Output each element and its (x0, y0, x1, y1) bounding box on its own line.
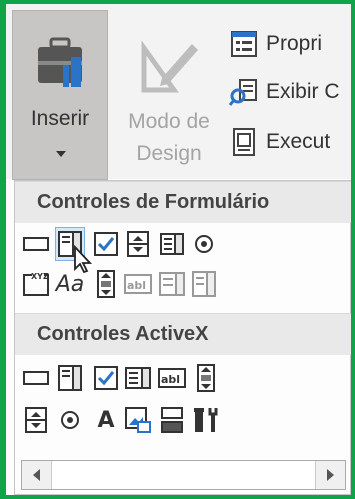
insert-label: Inserir (30, 107, 90, 130)
form-label-icon[interactable]: Aa (55, 267, 85, 301)
developer-ribbon: Inserir Modo de Design Propri Exibir C E… (6, 4, 351, 180)
form-controls-header: Controles de Formulário (15, 181, 351, 223)
horizontal-scrollbar[interactable] (21, 460, 346, 490)
activex-text-box-icon[interactable]: abl (157, 361, 187, 395)
form-group-box-icon[interactable]: XYZ (21, 267, 51, 301)
insert-button[interactable]: Inserir (12, 10, 108, 180)
run-dialog-label: Execut (266, 130, 331, 153)
form-scroll-bar-icon[interactable] (91, 267, 121, 301)
activex-command-button-icon[interactable] (21, 361, 51, 395)
run-dialog-button[interactable]: Execut (228, 120, 330, 164)
activex-checkbox-icon[interactable] (91, 361, 121, 395)
excel-window: Inserir Modo de Design Propri Exibir C E… (6, 4, 351, 495)
svg-text:abl: abl (127, 279, 146, 292)
activex-option-button-icon[interactable] (55, 403, 85, 437)
design-mode-icon (140, 38, 200, 94)
form-button-control-icon[interactable] (21, 227, 51, 261)
activex-scroll-bar-icon[interactable] (191, 361, 221, 395)
chevron-down-icon (56, 151, 66, 157)
view-code-icon (228, 76, 260, 108)
view-code-button[interactable]: Exibir C (228, 70, 340, 114)
activex-combo-box-icon[interactable] (55, 361, 85, 395)
activex-controls-header: Controles ActiveX (15, 313, 351, 355)
form-checkbox-icon[interactable] (91, 227, 121, 261)
svg-text:abl: abl (161, 373, 180, 386)
scroll-right-icon[interactable] (315, 461, 345, 489)
activex-label-icon[interactable]: A (91, 403, 121, 437)
form-combo-list-edit-icon[interactable] (157, 267, 187, 301)
more-controls-icon[interactable] (191, 403, 221, 437)
design-mode-label: Modo de Design (128, 110, 210, 165)
activex-image-icon[interactable] (123, 403, 153, 437)
properties-icon (228, 28, 260, 60)
activex-toggle-button-icon[interactable] (157, 403, 187, 437)
form-text-field-icon[interactable]: abl (123, 267, 153, 301)
form-option-button-icon[interactable] (189, 227, 219, 261)
form-list-box-icon[interactable] (157, 227, 187, 261)
svg-text:XYZ: XYZ (31, 272, 49, 281)
activex-list-box-icon[interactable] (123, 361, 153, 395)
properties-button[interactable]: Propri (228, 22, 322, 66)
properties-label: Propri (266, 32, 323, 55)
form-combo-dropdown-edit-icon[interactable] (189, 267, 219, 301)
insert-controls-dropdown: Controles de Formulário XYZ Aa abl Contr… (14, 180, 351, 495)
view-code-label: Exibir C (266, 80, 340, 103)
activex-spin-button-icon[interactable] (21, 403, 51, 437)
run-dialog-icon (228, 126, 260, 158)
form-spin-button-icon[interactable] (123, 227, 153, 261)
scroll-left-icon[interactable] (22, 461, 52, 489)
toolbox-icon (35, 35, 87, 91)
design-mode-button[interactable]: Modo de Design (110, 10, 228, 175)
